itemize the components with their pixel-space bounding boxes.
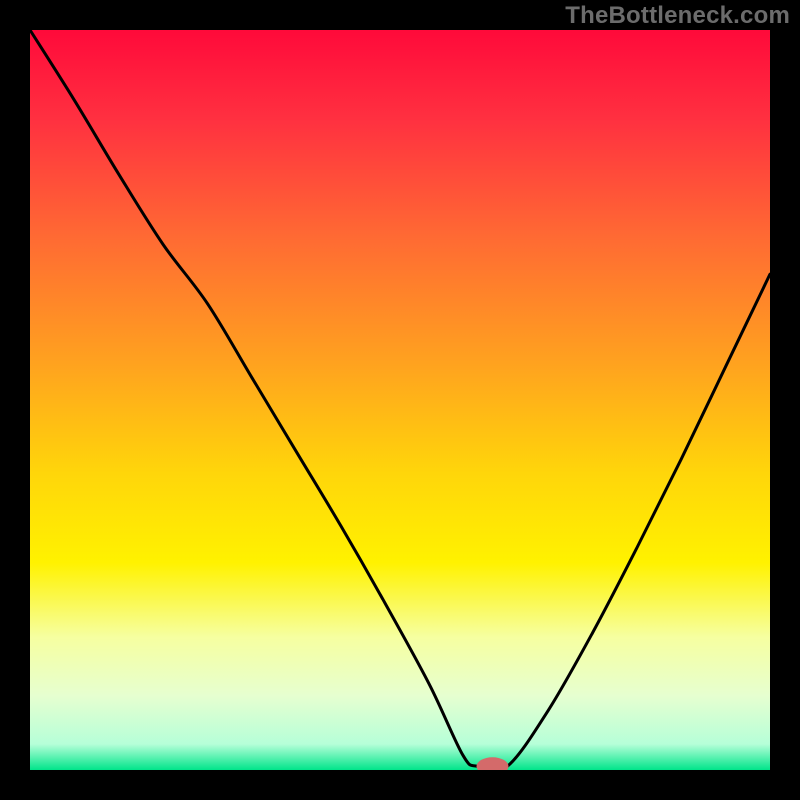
- watermark-text: TheBottleneck.com: [565, 2, 790, 30]
- chart-frame: TheBottleneck.com: [0, 0, 800, 800]
- chart-svg: [0, 0, 800, 800]
- plot-background: [30, 30, 770, 770]
